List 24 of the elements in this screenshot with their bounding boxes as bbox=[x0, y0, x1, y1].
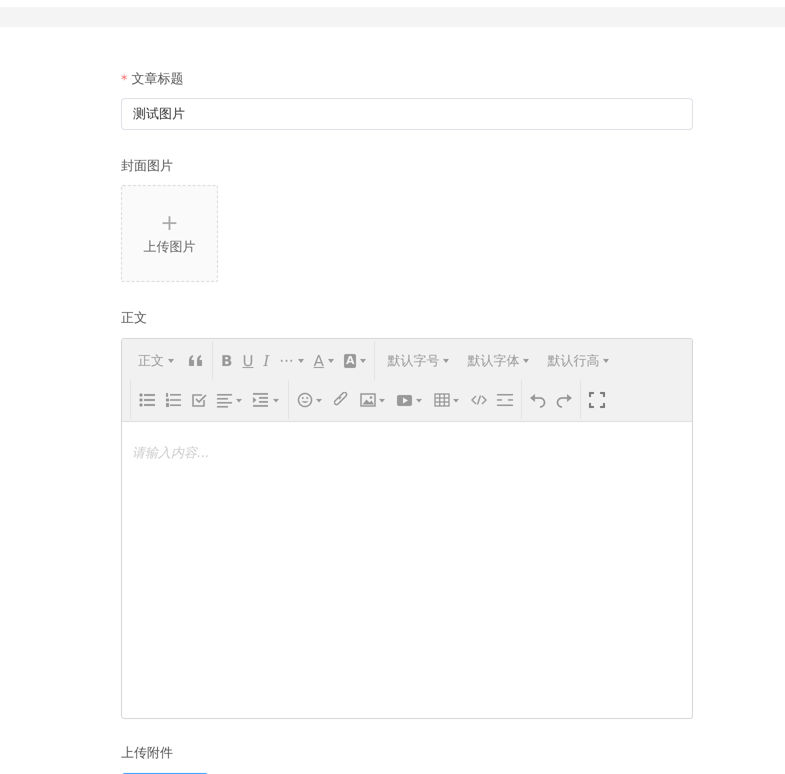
field-label: 封面图片 bbox=[121, 158, 173, 176]
paragraph-dropdown[interactable]: 正文 bbox=[130, 348, 182, 372]
field-label: 上传附件 bbox=[121, 745, 173, 763]
font-color-dropdown[interactable]: A bbox=[310, 348, 338, 372]
font-size-dropdown[interactable]: 默认字号 bbox=[379, 348, 458, 372]
line-height-dropdown[interactable]: 默认行高 bbox=[539, 348, 618, 372]
caret-icon bbox=[328, 358, 334, 362]
caret-icon bbox=[360, 358, 366, 362]
bold-button[interactable]: B bbox=[217, 348, 236, 372]
caret-icon bbox=[168, 358, 174, 362]
underline-button[interactable]: U bbox=[238, 348, 258, 372]
more-dropdown[interactable]: ··· bbox=[275, 348, 308, 372]
italic-button[interactable]: I bbox=[259, 348, 274, 372]
caret-icon bbox=[298, 358, 304, 362]
field-label: 文章标题 bbox=[132, 71, 184, 89]
caret-icon bbox=[603, 358, 610, 362]
caret-icon bbox=[523, 358, 530, 362]
image-upload-button[interactable]: + 上传图片 bbox=[121, 185, 218, 282]
background-color-dropdown[interactable]: A bbox=[340, 348, 370, 372]
caret-icon bbox=[443, 358, 450, 362]
required-mark: * bbox=[121, 72, 128, 88]
title-input[interactable]: 测试图片 bbox=[121, 98, 693, 130]
field-label: 正文 bbox=[121, 310, 147, 328]
font-family-dropdown[interactable]: 默认字体 bbox=[459, 348, 538, 372]
